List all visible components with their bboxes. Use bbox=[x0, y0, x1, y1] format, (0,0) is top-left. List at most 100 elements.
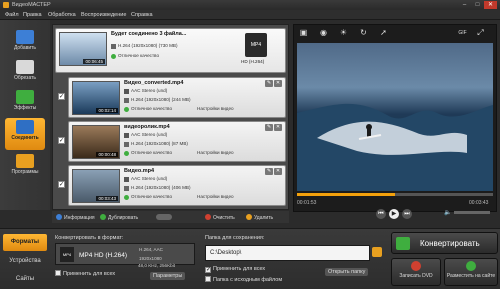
file-title: Будет соединено 3 файла... bbox=[111, 31, 187, 37]
save-path-field[interactable]: C:\Desktop\ bbox=[205, 245, 370, 261]
seek-bar[interactable] bbox=[297, 193, 493, 196]
item-buttons: ✎ ✕ bbox=[264, 168, 282, 175]
file-quality: Отличное качество bbox=[131, 194, 172, 199]
fullscreen-icon[interactable]: ⤢ bbox=[475, 28, 486, 38]
video-info: H.264 (1920x1080) (87 MB) bbox=[131, 141, 188, 146]
speed-icon[interactable]: ➚ bbox=[378, 28, 389, 38]
apply-all-checkbox[interactable]: Применить для всех bbox=[55, 270, 115, 277]
sidebar-item-effects[interactable]: Эффекты bbox=[5, 88, 45, 118]
close-icon[interactable]: ✕ bbox=[274, 80, 282, 87]
quality-icon bbox=[124, 107, 129, 112]
tab-devices[interactable]: Устройства bbox=[3, 253, 47, 270]
gif-icon[interactable]: GIF bbox=[457, 28, 468, 38]
menu-playback[interactable]: Воспроизведение bbox=[81, 12, 126, 18]
window-title: ВидеоМАСТЕР bbox=[12, 2, 51, 8]
maximize-button[interactable]: □ bbox=[471, 1, 484, 9]
file-format: H.264 (1920x1080) (730 MB) bbox=[118, 43, 178, 48]
snapshot-icon[interactable]: ◉ bbox=[318, 28, 329, 38]
film-icon bbox=[124, 98, 129, 103]
close-icon[interactable]: ✕ bbox=[274, 124, 282, 131]
edit-icon[interactable]: ✎ bbox=[265, 80, 273, 87]
item-checkbox[interactable]: ✓ bbox=[58, 181, 65, 188]
info-button[interactable]: Информация bbox=[56, 214, 95, 221]
clear-label: Очистить bbox=[213, 215, 235, 221]
clear-icon bbox=[205, 214, 211, 220]
volume-icon[interactable]: 🔈 bbox=[444, 209, 451, 216]
video-thumbnail: 00:00:48 bbox=[72, 125, 120, 159]
burn-dvd-label: Записать DVD bbox=[399, 273, 433, 279]
edit-icon[interactable]: ✎ bbox=[265, 168, 273, 175]
duplicate-button[interactable]: Дублировать bbox=[100, 214, 138, 221]
tab-formats[interactable]: Форматы bbox=[3, 234, 47, 251]
video-info: H.264 (1920x1080) (244 MB) bbox=[131, 97, 191, 102]
target-format-label: HD (H.264) bbox=[241, 59, 265, 64]
duration-label: 00:06:45 bbox=[83, 59, 105, 64]
sidebar-item-join[interactable]: Соединить bbox=[5, 118, 45, 150]
volume-slider[interactable] bbox=[454, 211, 490, 214]
menu-file[interactable]: Файл bbox=[5, 12, 19, 18]
view-toggle[interactable] bbox=[156, 214, 172, 220]
add-film-icon bbox=[16, 30, 34, 44]
sidebar-item-cut[interactable]: Обрезать bbox=[5, 58, 45, 88]
video-frame[interactable] bbox=[297, 43, 493, 191]
next-icon[interactable]: ⏭ bbox=[402, 209, 412, 219]
rotate-icon[interactable]: ↻ bbox=[358, 28, 369, 38]
play-icon[interactable]: ▶ bbox=[389, 209, 399, 219]
joined-file-item[interactable]: 00:06:45 Будет соединено 3 файла... H.26… bbox=[55, 28, 286, 73]
file-quality: Отличное качество bbox=[131, 106, 172, 111]
audio-info: AAC Stereo (und) bbox=[131, 88, 168, 93]
video-settings-link[interactable]: Настройки видео bbox=[197, 194, 234, 199]
source-folder-checkbox[interactable]: Папка с исходным файлом bbox=[205, 276, 282, 283]
menu-processing[interactable]: Обработка bbox=[48, 12, 76, 18]
video-settings-link[interactable]: Настройки видео bbox=[197, 106, 234, 111]
publish-label: Разместить на сайте bbox=[446, 273, 496, 279]
current-time: 00:01:53 bbox=[297, 200, 317, 206]
quality-icon bbox=[124, 151, 129, 156]
brightness-icon[interactable]: ☀ bbox=[338, 28, 349, 38]
film-icon bbox=[124, 142, 129, 147]
format-badge[interactable]: MP4 bbox=[245, 33, 267, 57]
format-audio: 48,0 KHz, 256Kbit bbox=[138, 263, 176, 268]
apply-all-folder-label: Применить для всех bbox=[213, 266, 266, 272]
format-selector[interactable]: MP4 MP4 HD (H.264) H.264, AAC 1920x1080 bbox=[55, 243, 195, 265]
open-folder-button[interactable]: Открыть папку bbox=[325, 268, 369, 276]
seek-progress bbox=[297, 193, 395, 196]
file-name: Видео_converted.mp4 bbox=[124, 80, 184, 86]
menu-edit[interactable]: Правка bbox=[23, 12, 42, 18]
video-thumbnail: 00:02:14 bbox=[72, 81, 120, 115]
crop-icon[interactable]: ▣ bbox=[298, 28, 309, 38]
convert-label: Конвертировать bbox=[420, 239, 480, 248]
list-item[interactable]: ✓ 00:00:48 видеоролик.mp4 ✎ ✕ AAC Stereo … bbox=[58, 121, 286, 162]
dvd-icon bbox=[411, 261, 421, 271]
edit-icon[interactable]: ✎ bbox=[265, 124, 273, 131]
item-checkbox[interactable]: ✓ bbox=[58, 93, 65, 100]
sidebar-item-programs[interactable]: Программы bbox=[5, 152, 45, 182]
format-resolution: 1920x1080 bbox=[139, 256, 162, 261]
convert-icon bbox=[396, 237, 410, 250]
params-button[interactable]: Параметры bbox=[150, 272, 186, 280]
video-settings-link[interactable]: Настройки видео bbox=[197, 150, 234, 155]
clear-button[interactable]: Очистить bbox=[205, 214, 235, 221]
burn-dvd-button[interactable]: Записать DVD bbox=[391, 258, 441, 286]
delete-button[interactable]: Удалить bbox=[246, 214, 273, 221]
list-item[interactable]: ✓ 00:02:14 Видео_converted.mp4 ✎ ✕ AAC St… bbox=[58, 77, 286, 118]
apply-all-folder-checkbox[interactable]: ✓ Применить для всех bbox=[205, 266, 265, 273]
sidebar-item-add[interactable]: Добавить bbox=[5, 28, 45, 58]
folder-icon[interactable] bbox=[372, 247, 382, 257]
close-icon[interactable]: ✕ bbox=[274, 168, 282, 175]
close-button[interactable]: ✕ bbox=[484, 1, 497, 9]
item-checkbox[interactable]: ✓ bbox=[58, 137, 65, 144]
delete-icon bbox=[246, 214, 252, 220]
tab-sites[interactable]: Сайты bbox=[3, 271, 47, 288]
minimize-button[interactable]: – bbox=[458, 1, 471, 9]
menu-help[interactable]: Справка bbox=[131, 12, 153, 18]
publish-button[interactable]: Разместить на сайте bbox=[444, 258, 498, 286]
prev-icon[interactable]: ⏮ bbox=[376, 209, 386, 219]
sidebar-item-label: Эффекты bbox=[13, 105, 37, 111]
file-quality: Отличное качество bbox=[131, 150, 172, 155]
list-item[interactable]: ✓ 00:03:43 Видео.mp4 ✎ ✕ AAC Stereo (und)… bbox=[58, 165, 286, 206]
sidebar-item-label: Программы bbox=[11, 169, 39, 175]
app-logo-icon bbox=[3, 2, 9, 8]
convert-button[interactable]: Конвертировать bbox=[391, 232, 498, 254]
checkbox-icon bbox=[55, 270, 61, 276]
